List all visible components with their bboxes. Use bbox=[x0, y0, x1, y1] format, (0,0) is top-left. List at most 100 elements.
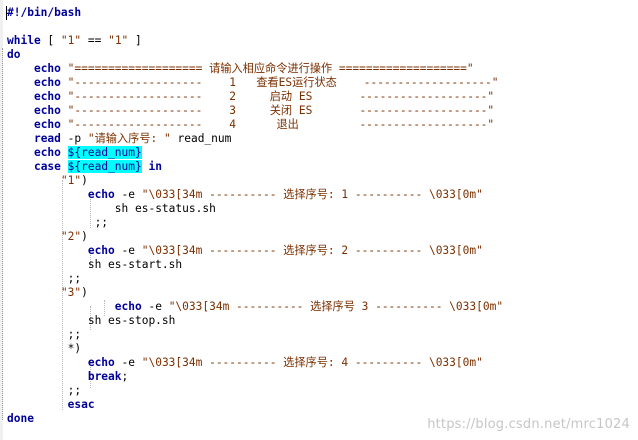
string-token: "1" bbox=[60, 174, 82, 187]
code-line[interactable]: echo "------------------- 2 启动 ES ------… bbox=[7, 90, 494, 104]
code-line[interactable]: do bbox=[7, 48, 20, 62]
code-line[interactable]: echo -e "\033[34m ---------- 选择序号: 2 ---… bbox=[7, 244, 483, 258]
fold-guide-do-block bbox=[2, 48, 4, 420]
code-line[interactable]: ;; bbox=[7, 384, 81, 398]
code-line[interactable]: echo -e "\033[34m ---------- 选择序号: 1 ---… bbox=[7, 188, 483, 202]
code-token: ; bbox=[121, 370, 129, 383]
keyword-token: done bbox=[7, 412, 34, 425]
builtin-token: echo bbox=[87, 244, 115, 257]
keyword-token: case bbox=[33, 160, 61, 173]
code-line[interactable]: echo "=================== 请输入相应命令进行操作 ==… bbox=[7, 62, 474, 76]
variable-token-highlighted: ${read_num} bbox=[67, 146, 142, 159]
code-token: *) bbox=[67, 342, 82, 355]
code-line[interactable]: esac bbox=[7, 398, 95, 412]
code-token: sh es-start.sh bbox=[87, 258, 183, 271]
code-line[interactable]: "3") bbox=[7, 286, 88, 300]
string-token: "1" bbox=[60, 34, 82, 47]
keyword-token: do bbox=[7, 48, 21, 61]
code-line[interactable]: sh es-stop.sh bbox=[7, 314, 176, 328]
code-line[interactable]: #!/bin/bash bbox=[7, 6, 81, 20]
code-token: ) bbox=[81, 174, 88, 187]
string-token: "3" bbox=[60, 286, 82, 299]
string-token: "\033[34m ---------- 选择序号: 2 ---------- … bbox=[141, 244, 483, 257]
string-token: "------------------- 3 关闭 ES -----------… bbox=[67, 104, 495, 117]
code-token: == bbox=[81, 34, 109, 47]
string-token: "------------------- 2 启动 ES -----------… bbox=[67, 90, 495, 103]
code-line[interactable]: "1") bbox=[7, 174, 88, 188]
code-line[interactable]: "2") bbox=[7, 230, 88, 244]
code-line[interactable]: case ${read_num} in bbox=[7, 160, 162, 174]
code-line[interactable]: echo -e "\033[34m ---------- 选择序号: 4 ---… bbox=[7, 356, 483, 370]
code-line[interactable]: echo "------------------- 1 查看ES运行状态 ---… bbox=[7, 76, 499, 90]
code-line[interactable]: ;; bbox=[7, 216, 108, 230]
builtin-token: read bbox=[33, 132, 61, 145]
string-token: "------------------- 4 退出 --------------… bbox=[67, 118, 495, 131]
code-token: sh es-status.sh bbox=[114, 202, 216, 215]
code-token: ;; bbox=[67, 328, 82, 341]
code-line[interactable]: done bbox=[7, 412, 34, 426]
code-token: -e bbox=[114, 356, 142, 369]
code-token: -e bbox=[141, 300, 169, 313]
builtin-token: echo bbox=[33, 104, 61, 117]
code-line[interactable]: ;; bbox=[7, 272, 81, 286]
code-line[interactable]: *) bbox=[7, 342, 81, 356]
code-line[interactable]: ;; bbox=[7, 328, 81, 342]
builtin-token: echo bbox=[33, 76, 61, 89]
code-line[interactable]: break; bbox=[7, 370, 128, 384]
code-line[interactable]: sh es-status.sh bbox=[7, 202, 216, 216]
code-token: read_num bbox=[170, 132, 232, 145]
builtin-token: echo bbox=[33, 62, 61, 75]
builtin-token: echo bbox=[87, 356, 115, 369]
code-token: sh es-stop.sh bbox=[87, 314, 176, 327]
code-token: -e bbox=[114, 188, 142, 201]
keyword-token: break bbox=[87, 370, 122, 383]
code-line[interactable]: echo "------------------- 3 关闭 ES ------… bbox=[7, 104, 494, 118]
code-token: ;; bbox=[94, 216, 109, 229]
builtin-token: echo bbox=[87, 188, 115, 201]
builtin-token: echo bbox=[33, 90, 61, 103]
code-line[interactable]: echo "------------------- 4 退出 ---------… bbox=[7, 118, 494, 132]
string-token: "\033[34m ---------- 选择序号: 1 ---------- … bbox=[141, 188, 483, 201]
keyword-token: while bbox=[7, 34, 41, 47]
code-token: [ bbox=[40, 34, 61, 47]
builtin-token: echo bbox=[33, 146, 61, 159]
code-token: ] bbox=[128, 34, 142, 47]
code-line[interactable]: while [ "1" == "1" ] bbox=[7, 34, 142, 48]
builtin-token: echo bbox=[33, 118, 61, 131]
keyword-token: esac bbox=[67, 398, 95, 411]
text-cursor bbox=[6, 6, 7, 20]
code-line[interactable]: sh es-start.sh bbox=[7, 258, 182, 272]
code-line[interactable]: read -p "请输入序号: " read_num bbox=[7, 132, 231, 146]
string-token: "请输入序号: " bbox=[87, 132, 171, 145]
code-line[interactable]: echo -e "\033[34m ---------- 选择序号 3 ----… bbox=[7, 300, 503, 314]
code-token: -e bbox=[114, 244, 142, 257]
string-token: "1" bbox=[108, 34, 129, 47]
string-token: "\033[34m ---------- 选择序号: 4 ---------- … bbox=[141, 356, 483, 369]
code-editor[interactable]: #!/bin/bash while [ "1" == "1" ] do echo "… bbox=[0, 0, 638, 440]
code-token: ;; bbox=[67, 384, 82, 397]
code-line[interactable]: echo ${read_num} bbox=[7, 146, 142, 160]
